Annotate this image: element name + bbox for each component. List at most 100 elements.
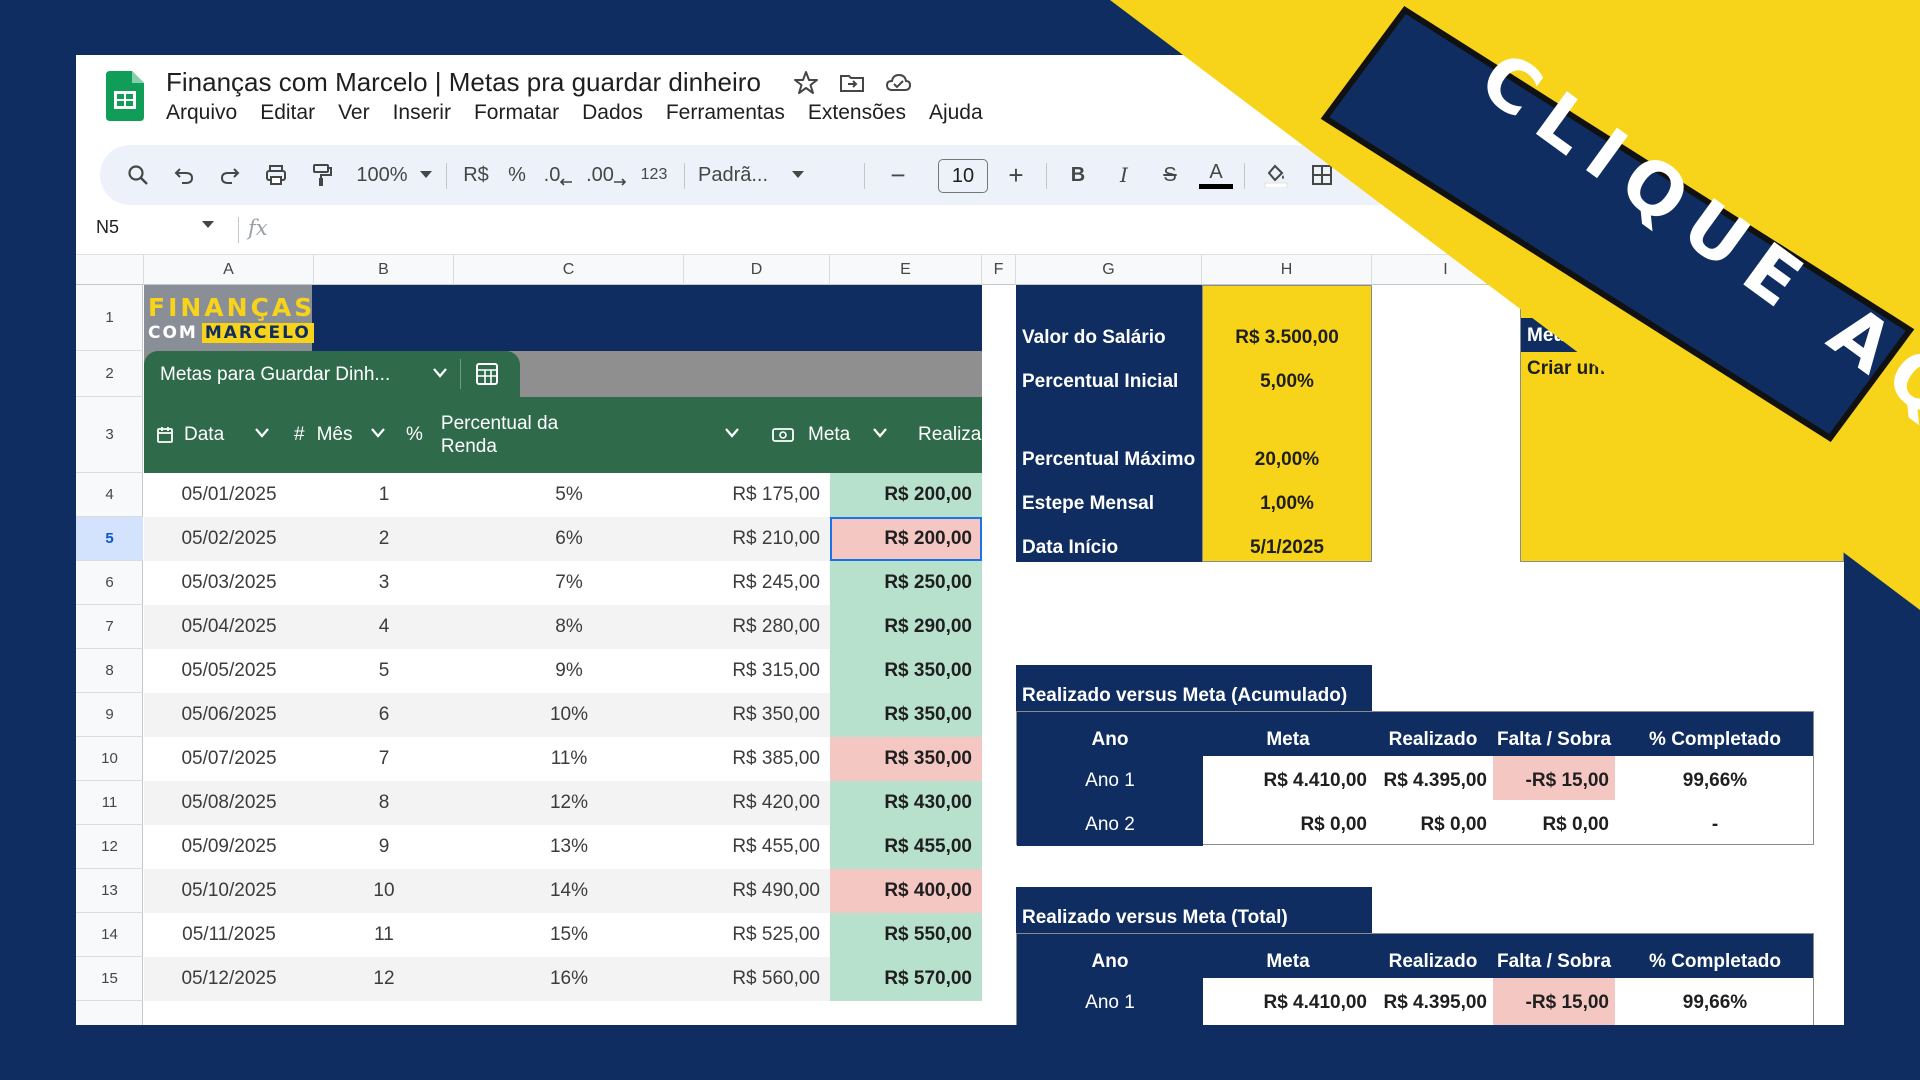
format-currency-button[interactable]: R$ [456, 145, 496, 205]
row-header-selected[interactable]: 5 [76, 517, 143, 561]
cell-percentual[interactable]: 11% [454, 737, 684, 781]
param-perc-maximo-value[interactable]: 20,00% [1202, 449, 1372, 471]
cell-data[interactable]: 05/11/2025 [144, 913, 314, 957]
row-header[interactable]: 13 [76, 869, 143, 913]
paint-format-button[interactable] [302, 145, 342, 205]
cell-realizado[interactable]: R$ 455,00 [830, 825, 982, 869]
column-header-i[interactable]: I [1372, 255, 1520, 285]
table-row[interactable]: 05/10/2025 10 14% R$ 490,00 R$ 400,00 [144, 869, 982, 913]
goal-text[interactable]: Criar um [1527, 358, 1605, 380]
column-header-d[interactable]: D [684, 255, 830, 285]
cell-data[interactable]: 05/01/2025 [144, 473, 314, 517]
table-name-tab[interactable]: Metas para Guardar Dinh... [144, 351, 520, 397]
table-row[interactable]: 05/08/2025 8 12% R$ 420,00 R$ 430,00 [144, 781, 982, 825]
summary-pct-cell[interactable]: 99,66% [1615, 978, 1815, 1022]
summary-falta-cell[interactable]: -R$ 15,00 [1493, 978, 1609, 1022]
cell-realizado[interactable]: R$ 570,00 [830, 957, 982, 1001]
summary-realizado-cell[interactable]: R$ 4.395,00 [1373, 978, 1487, 1022]
cell-realizado[interactable]: R$ 350,00 [830, 649, 982, 693]
table-row[interactable]: 05/12/2025 12 16% R$ 560,00 R$ 570,00 [144, 957, 982, 1001]
cell-percentual[interactable]: 7% [454, 561, 684, 605]
cell-meta[interactable]: R$ 560,00 [684, 957, 830, 1001]
cell-meta[interactable]: R$ 175,00 [684, 473, 830, 517]
zoom-dropdown[interactable] [416, 145, 436, 205]
cell-mes[interactable]: 7 [314, 737, 454, 781]
row-header[interactable]: 3 [76, 397, 143, 473]
cell-meta[interactable]: R$ 385,00 [684, 737, 830, 781]
cell-mes[interactable]: 10 [314, 869, 454, 913]
summary-meta-cell[interactable]: R$ 4.410,00 [1203, 978, 1367, 1022]
row-header[interactable]: 4 [76, 473, 143, 517]
summary-pct-cell[interactable]: 99,66% [1615, 756, 1815, 800]
row-header[interactable]: 14 [76, 913, 143, 957]
summary-pct-cell[interactable]: 0,00% [1615, 1022, 1815, 1025]
italic-button[interactable]: I [1104, 145, 1144, 205]
strikethrough-button[interactable]: S [1150, 145, 1190, 205]
decrease-decimal-button[interactable]: .0 [538, 145, 578, 205]
summary-realizado-cell[interactable]: R$ 0,00 [1373, 800, 1487, 844]
more-formats-button[interactable]: 123 [634, 145, 674, 205]
star-icon[interactable] [792, 69, 820, 97]
undo-button[interactable] [164, 145, 204, 205]
font-family-dropdown[interactable] [788, 145, 808, 205]
merge-cells-button[interactable] [1348, 145, 1388, 205]
font-size-input[interactable]: 10 [938, 159, 988, 193]
cell-realizado[interactable]: R$ 200,00 [830, 473, 982, 517]
cell-meta[interactable]: R$ 245,00 [684, 561, 830, 605]
cell-mes[interactable]: 4 [314, 605, 454, 649]
chevron-down-icon[interactable] [432, 367, 448, 379]
summary-ano-cell[interactable]: Ano 2 [1017, 800, 1203, 844]
cell-percentual[interactable]: 10% [454, 693, 684, 737]
summary-falta-cell[interactable]: R$ 0,00 [1493, 800, 1609, 844]
menu-arquivo[interactable]: Arquivo [166, 101, 237, 125]
cell-mes[interactable]: 11 [314, 913, 454, 957]
summary-ano-cell[interactable]: Ano 2 [1017, 1022, 1203, 1025]
cell-realizado[interactable]: R$ 400,00 [830, 869, 982, 913]
google-sheets-logo-icon[interactable] [106, 71, 144, 121]
borders-button[interactable] [1302, 145, 1342, 205]
table-row[interactable]: 05/01/2025 1 5% R$ 175,00 R$ 200,00 [144, 473, 982, 517]
column-header-e[interactable]: E [830, 255, 982, 285]
param-estepe-value[interactable]: 1,00% [1202, 493, 1372, 515]
summary-realizado-cell[interactable]: R$ 0,00 [1373, 1022, 1487, 1025]
cell-realizado[interactable]: R$ 250,00 [830, 561, 982, 605]
cell-percentual[interactable]: 8% [454, 605, 684, 649]
cell-mes[interactable]: 6 [314, 693, 454, 737]
chevron-down-icon[interactable] [254, 427, 270, 439]
bold-button[interactable]: B [1058, 145, 1098, 205]
cell-data[interactable]: 05/04/2025 [144, 605, 314, 649]
cloud-status-icon[interactable] [884, 69, 912, 97]
table-row[interactable]: 05/05/2025 5 9% R$ 315,00 R$ 350,00 [144, 649, 982, 693]
cell-mes[interactable]: 3 [314, 561, 454, 605]
cell-mes[interactable]: 5 [314, 649, 454, 693]
menu-dados[interactable]: Dados [582, 101, 643, 125]
cell-realizado[interactable]: R$ 550,00 [830, 913, 982, 957]
meta-column-header[interactable]: Meta [772, 397, 850, 473]
chevron-down-icon[interactable] [202, 221, 214, 229]
menu-formatar[interactable]: Formatar [474, 101, 559, 125]
search-menus-button[interactable] [118, 145, 158, 205]
cell-data[interactable]: 05/12/2025 [144, 957, 314, 1001]
summary-meta-cell[interactable]: R$ 8.190,00 [1203, 1022, 1367, 1025]
summary-falta-cell[interactable]: -R$ 8.190,00 [1493, 1022, 1609, 1025]
menu-ajuda[interactable]: Ajuda [929, 101, 983, 125]
cell-meta[interactable]: R$ 420,00 [684, 781, 830, 825]
decrease-font-size-button[interactable]: − [878, 145, 918, 205]
cell-meta[interactable]: R$ 490,00 [684, 869, 830, 913]
summary-ano-cell[interactable]: Ano 1 [1017, 756, 1203, 800]
cell-percentual[interactable]: 14% [454, 869, 684, 913]
document-title[interactable]: Finanças com Marcelo | Metas pra guardar… [166, 67, 761, 98]
print-button[interactable] [256, 145, 296, 205]
row-header[interactable]: 12 [76, 825, 143, 869]
param-perc-inicial-value[interactable]: 5,00% [1202, 371, 1372, 393]
cell-data[interactable]: 05/08/2025 [144, 781, 314, 825]
row-header[interactable]: 9 [76, 693, 143, 737]
row-header[interactable]: 15 [76, 957, 143, 1001]
select-all-corner[interactable] [76, 255, 144, 285]
cell-data[interactable]: 05/10/2025 [144, 869, 314, 913]
table-row[interactable]: 05/03/2025 3 7% R$ 245,00 R$ 250,00 [144, 561, 982, 605]
summary-realizado-cell[interactable]: R$ 4.395,00 [1373, 756, 1487, 800]
cell-meta[interactable]: R$ 350,00 [684, 693, 830, 737]
row-header[interactable]: 8 [76, 649, 143, 693]
cell-data[interactable]: 05/02/2025 [144, 517, 314, 561]
